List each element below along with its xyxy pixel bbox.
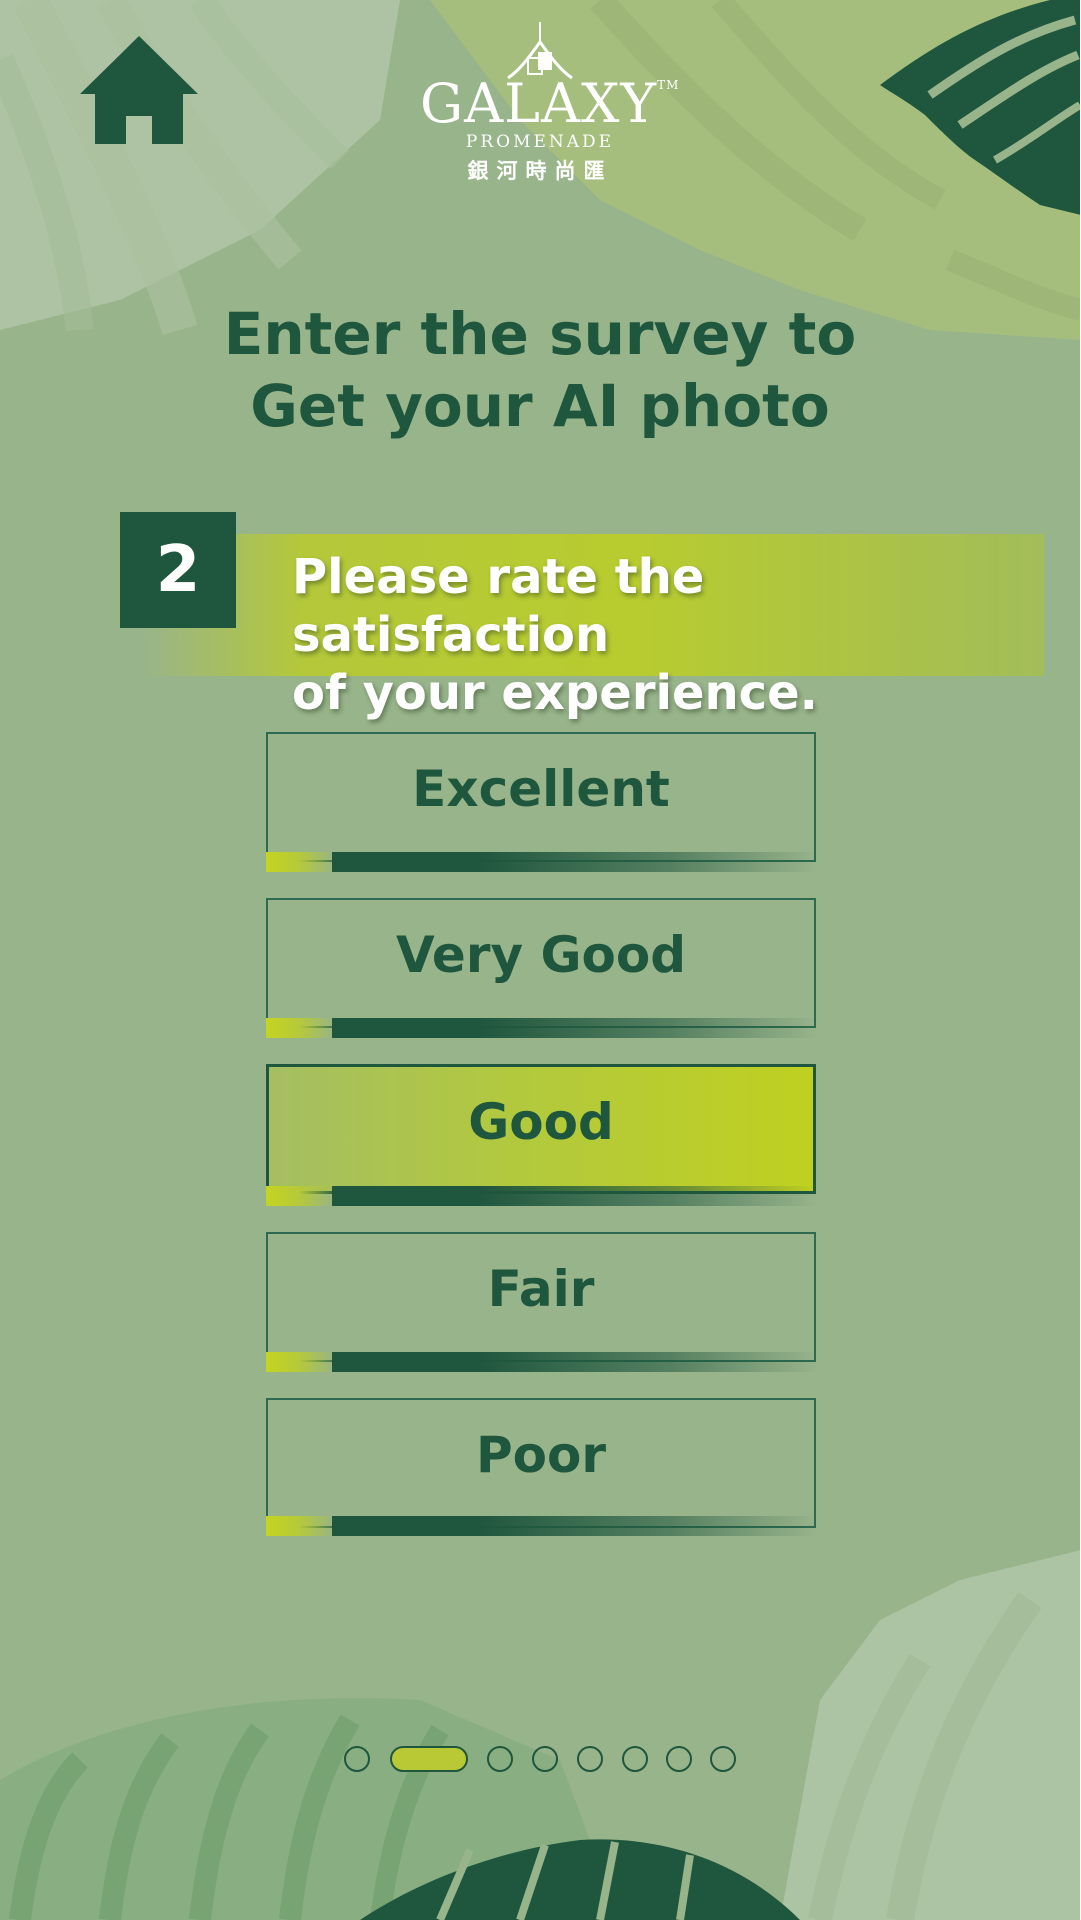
page-dot-4[interactable] <box>532 1746 558 1772</box>
shopping-bag-logo-icon <box>507 22 573 80</box>
home-icon[interactable] <box>80 36 198 144</box>
option-label: Excellent <box>412 760 670 818</box>
trademark: TM <box>657 78 680 92</box>
question-text-line2: of your experience. <box>292 665 818 721</box>
option-label: Good <box>468 1093 614 1151</box>
page-title-line1: Enter the survey to <box>223 300 857 368</box>
page-dot-7[interactable] <box>666 1746 692 1772</box>
option-accent-bar <box>266 1018 332 1038</box>
option-very-good[interactable]: Very Good <box>266 898 816 1028</box>
option-underline-bar <box>332 1186 818 1206</box>
galaxy-promenade-logo: GALAXYTM PROMENADE 銀河時尚匯 <box>420 20 680 185</box>
brand-subtitle: PROMENADE <box>465 132 615 152</box>
option-underline-bar <box>332 852 818 872</box>
page-dot-8[interactable] <box>710 1746 736 1772</box>
page-dot-6[interactable] <box>622 1746 648 1772</box>
option-accent-bar <box>266 1516 332 1536</box>
survey-screen: GALAXYTM PROMENADE 銀河時尚匯 Enter the surve… <box>0 0 1081 1920</box>
option-accent-bar <box>266 1186 332 1206</box>
page-title-line2: Get your AI photo <box>250 372 830 440</box>
page-title: Enter the survey to Get your AI photo <box>180 298 900 442</box>
question-number: 2 <box>120 512 236 628</box>
brand-chinese-name: 銀河時尚匯 <box>467 159 613 183</box>
option-label: Very Good <box>395 926 687 984</box>
option-label: Fair <box>487 1260 595 1318</box>
option-underline-bar <box>332 1018 818 1038</box>
question-text: Please rate the satisfaction of your exp… <box>292 548 1012 722</box>
page-dot-1[interactable] <box>344 1746 370 1772</box>
brand-name: GALAXYTM <box>420 72 680 135</box>
option-underline-bar <box>332 1352 818 1372</box>
question-text-line1: Please rate the satisfaction <box>292 549 705 663</box>
page-dot-2[interactable] <box>390 1746 468 1772</box>
option-fair[interactable]: Fair <box>266 1232 816 1362</box>
option-poor[interactable]: Poor <box>266 1398 816 1528</box>
page-dot-5[interactable] <box>577 1746 603 1772</box>
option-accent-bar <box>266 1352 332 1372</box>
option-excellent[interactable]: Excellent <box>266 732 816 862</box>
page-dot-3[interactable] <box>487 1746 513 1772</box>
option-good[interactable]: Good <box>266 1064 816 1194</box>
option-accent-bar <box>266 852 332 872</box>
option-label: Poor <box>475 1426 606 1484</box>
option-underline-bar <box>332 1516 818 1536</box>
